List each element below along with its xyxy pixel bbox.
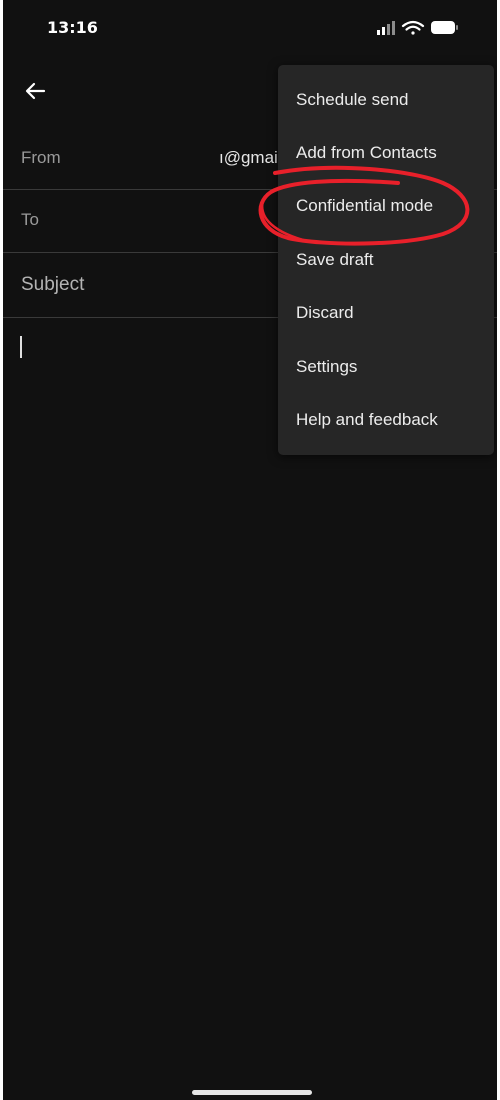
menu-item-help-and-feedback[interactable]: Help and feedback [278,393,494,446]
home-indicator[interactable] [192,1090,312,1095]
status-bar: 13:16 [3,0,497,56]
wifi-icon [401,20,425,35]
menu-item-confidential-mode[interactable]: Confidential mode [278,179,494,232]
menu-item-save-draft[interactable]: Save draft [278,233,494,286]
battery-icon [431,21,458,34]
to-label: To [21,210,39,229]
subject-label: Subject [21,274,85,295]
menu-item-label: Confidential mode [296,196,434,215]
status-icons [377,20,458,35]
menu-item-settings[interactable]: Settings [278,340,494,393]
menu-item-schedule-send[interactable]: Schedule send [278,73,494,126]
compose-screen: 13:16 From ı@gmai To Subject Schedule se… [3,0,497,1100]
text-cursor [20,336,22,358]
back-button[interactable] [19,76,53,110]
menu-item-discard[interactable]: Discard [278,286,494,339]
from-address: ı@gmai [219,148,278,167]
overflow-menu: Schedule send Add from Contacts Confiden… [278,65,494,455]
menu-item-label: Help and feedback [296,410,438,429]
menu-item-label: Schedule send [296,90,409,109]
back-arrow-icon [25,82,46,100]
status-time: 13:16 [47,18,98,37]
menu-item-label: Add from Contacts [296,143,437,162]
menu-item-label: Settings [296,357,358,376]
menu-item-label: Discard [296,303,354,322]
from-label: From [21,148,61,167]
menu-item-label: Save draft [296,250,374,269]
cellular-signal-icon [377,21,395,35]
menu-item-add-from-contacts[interactable]: Add from Contacts [278,126,494,179]
